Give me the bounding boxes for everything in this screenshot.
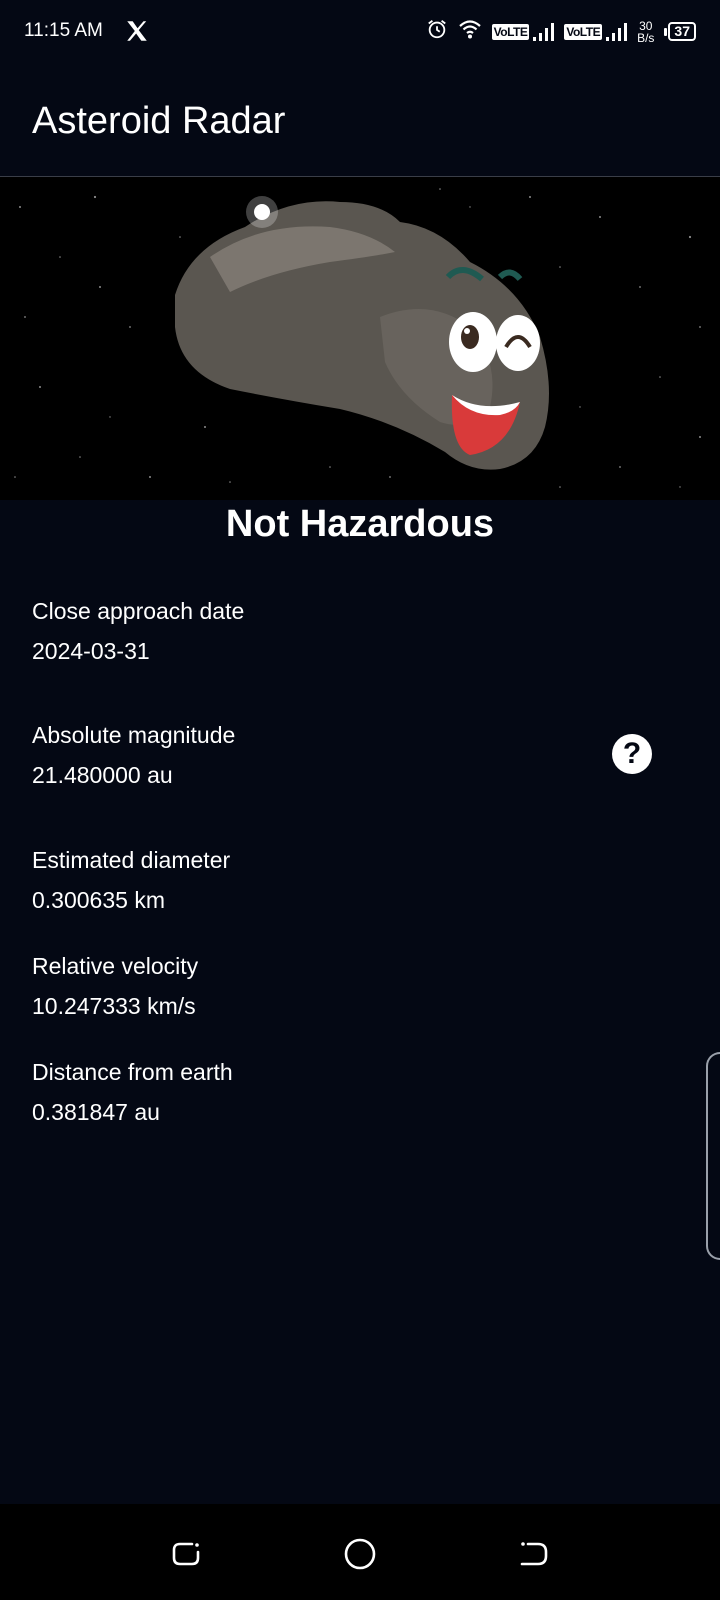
x-app-icon (124, 18, 150, 49)
recent-apps-button[interactable] (166, 1534, 206, 1574)
relative-velocity-value: 10.247333 km/s (32, 993, 196, 1019)
smiling-asteroid-icon (0, 177, 720, 500)
close-approach-date-item: Close approach date 2024-03-31 (32, 596, 244, 666)
estimated-diameter-item: Estimated diameter 0.300635 km (32, 845, 230, 915)
volte-badge-2: VoLTE (564, 23, 603, 40)
help-button[interactable]: ? (612, 734, 652, 774)
signal-bars-icon (606, 22, 628, 41)
wifi-icon (458, 18, 482, 45)
screen: 11:15 AM VoLTE VoLTE 30 B/s 37 Asteroid … (0, 0, 720, 1600)
battery-level: 37 (668, 22, 696, 41)
hazard-status-heading: Not Hazardous (225, 503, 495, 545)
signal-sim1: VoLTE (491, 22, 555, 42)
battery-icon: 37 (664, 22, 696, 41)
absolute-magnitude-value: 21.480000 au (32, 762, 173, 788)
app-bar: Asteroid Radar (0, 64, 720, 177)
system-nav-bar (0, 1504, 720, 1600)
distance-from-earth-item: Distance from earth 0.381847 au (32, 1057, 233, 1127)
distance-from-earth-label: Distance from earth (32, 1059, 233, 1085)
speed-value: 30 (639, 18, 653, 33)
battery-tip (664, 27, 668, 36)
absolute-magnitude-label: Absolute magnitude (32, 722, 236, 748)
home-button[interactable] (340, 1534, 380, 1574)
close-approach-date-value: 2024-03-31 (32, 638, 150, 664)
home-icon (344, 1538, 376, 1570)
speed-unit: B/s (637, 30, 655, 45)
estimated-diameter-label: Estimated diameter (32, 847, 231, 873)
network-speed: 30 B/s (637, 20, 654, 44)
volte-badge-1: VoLTE (491, 23, 530, 40)
relative-velocity-label: Relative velocity (32, 953, 199, 979)
relative-velocity-item: Relative velocity 10.247333 km/s (32, 951, 198, 1021)
status-time: 11:15 AM (24, 20, 103, 41)
signal-sim2: VoLTE (564, 22, 628, 42)
back-icon (520, 1542, 548, 1566)
close-approach-date-label: Close approach date (32, 598, 245, 624)
absolute-magnitude-item: Absolute magnitude 21.480000 au (32, 720, 235, 790)
asteroid-hero-image (0, 177, 720, 500)
status-icons: VoLTE VoLTE 30 B/s 37 (426, 18, 696, 45)
distance-from-earth-value: 0.381847 au (32, 1099, 160, 1125)
back-button[interactable] (514, 1534, 554, 1574)
signal-bars-icon (533, 22, 555, 41)
recent-apps-icon (172, 1542, 200, 1566)
status-bar: 11:15 AM VoLTE VoLTE 30 B/s 37 (0, 0, 720, 64)
estimated-diameter-value: 0.300635 km (32, 887, 165, 913)
app-title: Asteroid Radar (32, 100, 286, 142)
alarm-icon (426, 18, 448, 45)
edge-panel-handle[interactable] (706, 1052, 720, 1260)
